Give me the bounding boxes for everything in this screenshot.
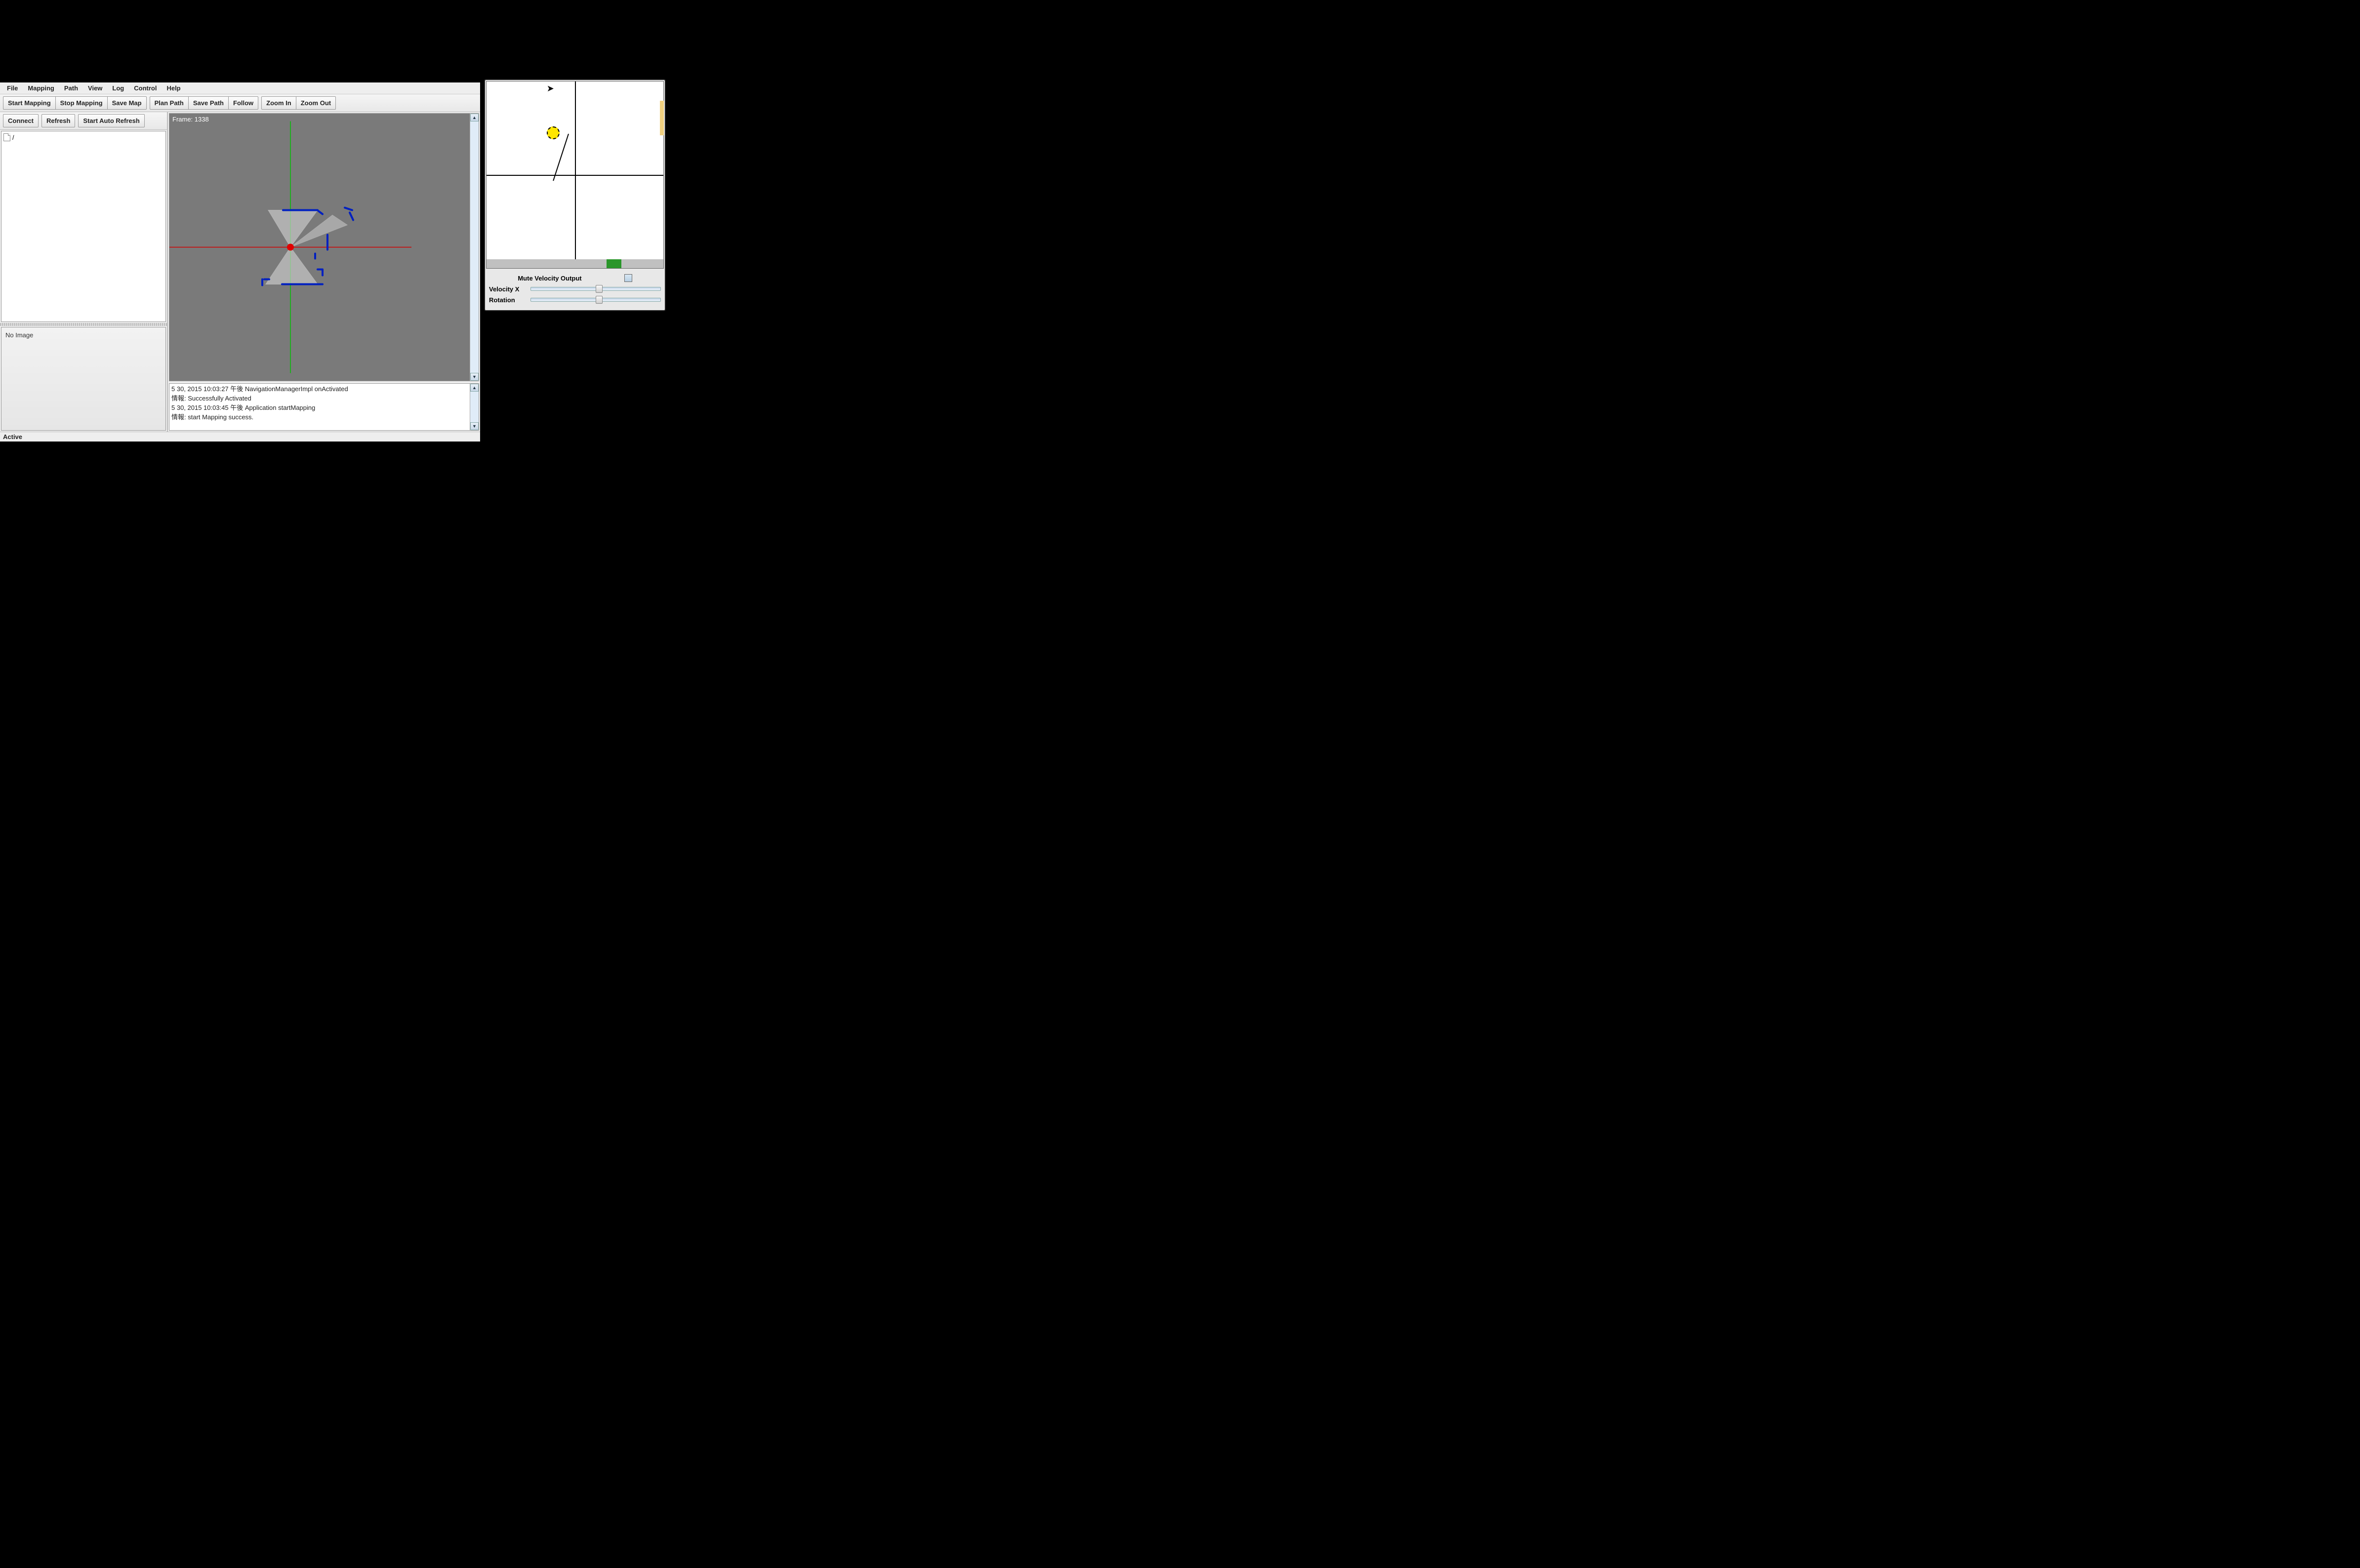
- connect-button[interactable]: Connect: [3, 114, 39, 127]
- start-mapping-button[interactable]: Start Mapping: [3, 96, 56, 110]
- document-icon: [3, 133, 10, 141]
- save-map-button[interactable]: Save Map: [107, 96, 147, 110]
- joystick-bottom-strip: [487, 259, 663, 268]
- log-line: 情報: start Mapping success.: [171, 413, 468, 422]
- start-auto-refresh-button[interactable]: Start Auto Refresh: [78, 114, 144, 127]
- scroll-down-icon[interactable]: ▼: [470, 422, 479, 430]
- cursor-arrow-icon: ➤: [547, 83, 554, 94]
- mute-row: Mute Velocity Output: [489, 273, 661, 283]
- velocity-controls: Mute Velocity Output Velocity X Rotation: [485, 270, 665, 310]
- tree-panel[interactable]: /: [1, 131, 166, 322]
- joystick-area[interactable]: ➤: [486, 81, 664, 269]
- log-line: 情報: Successfully Activated: [171, 394, 468, 403]
- map-viewport[interactable]: Frame: 1338: [169, 113, 479, 381]
- frame-label: Frame: 1338: [172, 116, 209, 123]
- slider-thumb[interactable]: [596, 296, 603, 304]
- map-scrollbar[interactable]: ▲ ▼: [470, 114, 479, 381]
- tree-root-label: /: [12, 134, 14, 141]
- joystick-green-marker: [607, 259, 621, 268]
- velocity-control-window[interactable]: ➤ Mute Velocity Output Velocity X Rotati…: [484, 79, 666, 311]
- tree-root-item[interactable]: /: [3, 133, 163, 141]
- right-column: Frame: 1338: [168, 112, 480, 432]
- zoom-in-button[interactable]: Zoom In: [261, 96, 296, 110]
- joystick-vector-line: [553, 134, 569, 181]
- plan-path-button[interactable]: Plan Path: [150, 96, 189, 110]
- slider-thumb[interactable]: [596, 285, 603, 293]
- zoom-out-button[interactable]: Zoom Out: [296, 96, 336, 110]
- main-toolbar: Start Mapping Stop Mapping Save Map Plan…: [0, 94, 480, 112]
- rotation-row: Rotation: [489, 294, 661, 305]
- menu-mapping[interactable]: Mapping: [23, 83, 59, 93]
- menu-control[interactable]: Control: [129, 83, 162, 93]
- velocity-x-row: Velocity X: [489, 283, 661, 294]
- robot-marker: [287, 244, 294, 251]
- menu-help[interactable]: Help: [162, 83, 185, 93]
- rotation-label: Rotation: [489, 296, 528, 304]
- menu-file[interactable]: File: [2, 83, 23, 93]
- velocity-x-slider[interactable]: [530, 287, 661, 291]
- scroll-up-icon[interactable]: ▲: [470, 114, 479, 121]
- scroll-down-icon[interactable]: ▼: [470, 373, 479, 381]
- log-line: 5 30, 2015 10:03:27 午後 NavigationManager…: [171, 385, 468, 394]
- status-bar: Active: [0, 432, 480, 442]
- log-text[interactable]: 5 30, 2015 10:03:27 午後 NavigationManager…: [169, 384, 470, 430]
- menu-view[interactable]: View: [83, 83, 107, 93]
- mute-velocity-checkbox[interactable]: [624, 274, 632, 282]
- velocity-x-label: Velocity X: [489, 285, 528, 293]
- content-row: Connect Refresh Start Auto Refresh / No …: [0, 112, 480, 432]
- background-gap: [482, 316, 606, 420]
- menu-log[interactable]: Log: [107, 83, 129, 93]
- joystick-knob[interactable]: [547, 126, 560, 139]
- no-image-label: No Image: [5, 331, 33, 339]
- status-text: Active: [3, 433, 22, 441]
- save-path-button[interactable]: Save Path: [188, 96, 229, 110]
- log-panel: 5 30, 2015 10:03:27 午後 NavigationManager…: [169, 383, 479, 431]
- stop-mapping-button[interactable]: Stop Mapping: [55, 96, 108, 110]
- log-line: 5 30, 2015 10:03:45 午後 Application start…: [171, 403, 468, 413]
- refresh-button[interactable]: Refresh: [41, 114, 75, 127]
- menu-path[interactable]: Path: [59, 83, 83, 93]
- map-canvas[interactable]: [169, 114, 411, 381]
- scroll-up-icon[interactable]: ▲: [470, 384, 479, 392]
- image-panel: No Image: [1, 327, 166, 431]
- map-inner[interactable]: Frame: 1338: [169, 114, 470, 381]
- left-toolbar: Connect Refresh Start Auto Refresh: [0, 112, 167, 130]
- mute-velocity-label: Mute Velocity Output: [518, 275, 581, 282]
- left-column: Connect Refresh Start Auto Refresh / No …: [0, 112, 168, 432]
- horizontal-splitter[interactable]: [0, 323, 167, 326]
- main-window: File Mapping Path View Log Control Help …: [0, 82, 480, 442]
- window-edge-fragment: [660, 101, 664, 135]
- rotation-slider[interactable]: [530, 298, 661, 302]
- log-scrollbar[interactable]: ▲ ▼: [470, 384, 479, 430]
- menu-bar: File Mapping Path View Log Control Help: [0, 82, 480, 94]
- follow-button[interactable]: Follow: [228, 96, 258, 110]
